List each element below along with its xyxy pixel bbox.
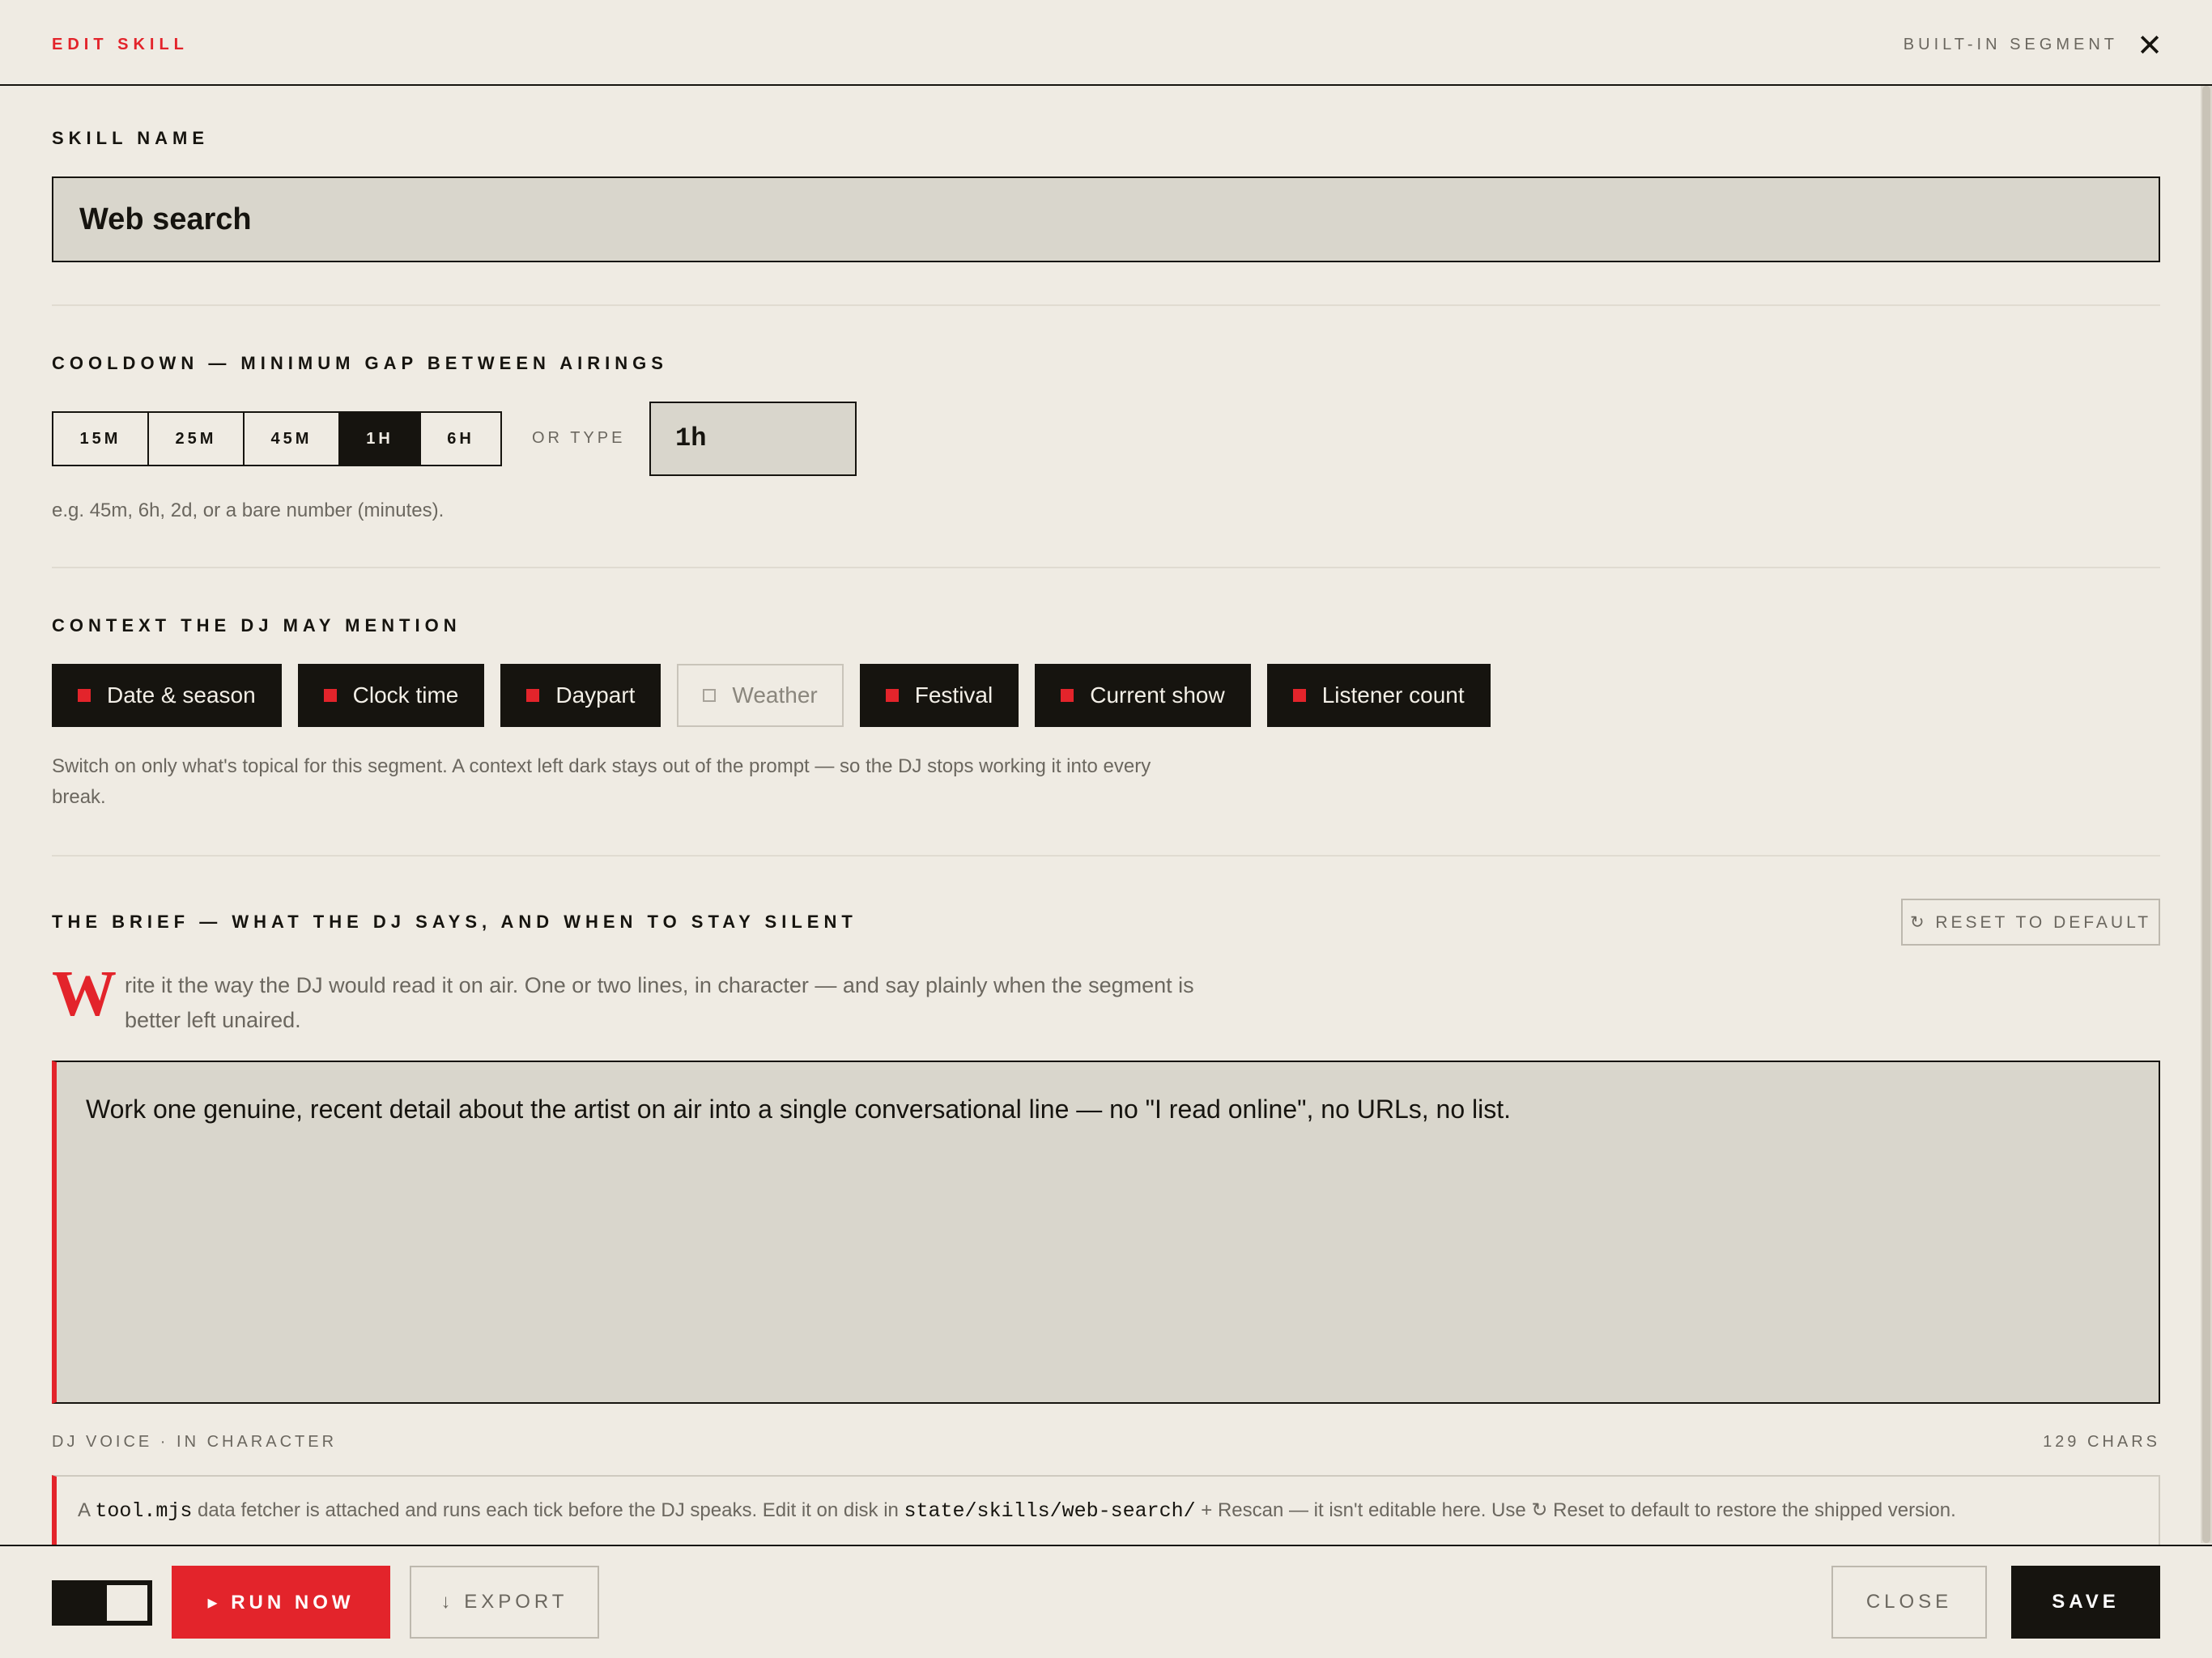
context-hint: Switch on only what's topical for this s…	[52, 755, 1151, 808]
chip-on-indicator	[1061, 689, 1074, 702]
cooldown-presets: 15M 25M 45M 1H 6H	[52, 411, 502, 466]
chip-label: Festival	[914, 682, 993, 708]
context-label: CONTEXT THE DJ MAY MENTION	[52, 615, 462, 636]
notice-text: + Rescan — it isn't editable here. Use ↻…	[1195, 1499, 1956, 1521]
brief-instructions: rite it the way the DJ would read it on …	[125, 973, 1194, 1032]
close-icon[interactable]: ✕	[2136, 31, 2163, 62]
notice-code-path: state/skills/web-search/	[904, 1499, 1196, 1523]
skill-name-label: SKILL NAME	[52, 128, 210, 148]
cooldown-preset-25m[interactable]: 25M	[149, 413, 245, 465]
cooldown-input[interactable]: 1h	[649, 402, 857, 476]
cooldown-preset-6h[interactable]: 6H	[421, 413, 500, 465]
chip-on-indicator	[526, 689, 540, 702]
chip-on-indicator	[323, 689, 337, 702]
chip-on-indicator	[885, 689, 899, 702]
cooldown-preset-15m[interactable]: 15M	[53, 413, 149, 465]
chip-label: Clock time	[352, 682, 459, 708]
chip-label: Daypart	[555, 682, 636, 708]
scrollbar-thumb[interactable]	[2202, 86, 2210, 1543]
section-divider	[52, 304, 2160, 306]
notice-text: data fetcher is attached and runs each t…	[192, 1499, 904, 1521]
enabled-toggle[interactable]	[52, 1580, 152, 1626]
section-divider	[52, 567, 2160, 568]
chip-label: Current show	[1090, 682, 1225, 708]
run-now-button[interactable]: ▸ RUN NOW	[172, 1566, 390, 1639]
brief-char-count: 129 CHARS	[2043, 1433, 2160, 1451]
context-chip-current-show[interactable]: Current show	[1035, 664, 1251, 727]
brief-voice-label: DJ VOICE · IN CHARACTER	[52, 1433, 338, 1451]
context-chip-weather[interactable]: Weather	[677, 664, 844, 727]
brief-label: THE BRIEF — WHAT THE DJ SAYS, AND WHEN T…	[52, 912, 857, 932]
dialog-title: EDIT SKILL	[52, 36, 189, 53]
context-chip-clock-time[interactable]: Clock time	[297, 664, 485, 727]
chip-label: Date & season	[107, 682, 256, 708]
chip-on-indicator	[1292, 689, 1306, 702]
skill-name-input[interactable]: Web search	[52, 176, 2160, 262]
section-divider	[52, 855, 2160, 857]
export-button[interactable]: ↓ EXPORT	[410, 1566, 599, 1639]
context-chip-date-season[interactable]: Date & season	[52, 664, 282, 727]
cooldown-preset-1h[interactable]: 1H	[340, 413, 421, 465]
notice-code-file: tool.mjs	[95, 1499, 193, 1523]
toggle-knob	[107, 1585, 147, 1621]
segment-kind-label: BUILT-IN SEGMENT	[1903, 36, 2118, 53]
brief-dropcap: W	[52, 959, 117, 1030]
reset-to-default-button[interactable]: ↻ RESET TO DEFAULT	[1901, 899, 2160, 946]
chip-on-indicator	[78, 689, 91, 702]
dialog-header: EDIT SKILL BUILT-IN SEGMENT ✕	[0, 0, 2212, 86]
chip-label: Weather	[732, 682, 818, 708]
context-chip-festival[interactable]: Festival	[859, 664, 1019, 727]
cooldown-preset-45m[interactable]: 45M	[245, 413, 340, 465]
chip-label: Listener count	[1321, 682, 1465, 708]
cooldown-label: COOLDOWN — MINIMUM GAP BETWEEN AIRINGS	[52, 353, 668, 373]
or-type-label: OR TYPE	[532, 429, 626, 447]
save-button[interactable]: SAVE	[2011, 1566, 2160, 1639]
context-chip-listener-count[interactable]: Listener count	[1266, 664, 1491, 727]
chip-off-indicator	[703, 689, 717, 702]
brief-textarea[interactable]: Work one genuine, recent detail about th…	[52, 1061, 2160, 1404]
tool-notice: A tool.mjs data fetcher is attached and …	[52, 1475, 2160, 1548]
context-chips: Date & season Clock time Daypart Weather…	[52, 664, 1491, 727]
context-chip-daypart[interactable]: Daypart	[500, 664, 661, 727]
notice-text: A	[78, 1499, 96, 1521]
cooldown-hint: e.g. 45m, 6h, 2d, or a bare number (minu…	[52, 500, 445, 521]
close-button[interactable]: CLOSE	[1831, 1566, 1987, 1639]
